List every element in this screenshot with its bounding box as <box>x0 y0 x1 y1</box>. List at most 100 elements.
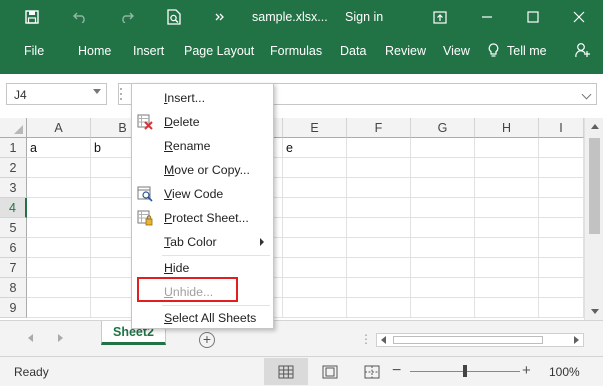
grid-cell[interactable] <box>411 218 475 238</box>
grid-cell[interactable] <box>411 258 475 278</box>
grid-cell[interactable] <box>539 178 584 198</box>
grid-cell[interactable] <box>27 178 91 198</box>
tab-tell-me[interactable]: Tell me <box>507 44 547 58</box>
tab-home[interactable]: Home <box>78 44 111 58</box>
name-box[interactable]: J4 <box>6 83 107 105</box>
tab-formulas[interactable]: Formulas <box>270 44 322 58</box>
prev-sheet-icon[interactable] <box>28 334 33 342</box>
chevron-down-icon[interactable] <box>93 89 101 94</box>
vertical-scrollbar[interactable] <box>584 118 603 320</box>
grid-cell[interactable] <box>347 258 411 278</box>
horizontal-scrollbar[interactable] <box>376 333 584 347</box>
tab-data[interactable]: Data <box>340 44 366 58</box>
grid-cell[interactable] <box>475 278 539 298</box>
grid-cell[interactable] <box>283 218 347 238</box>
row-header-3[interactable]: 3 <box>0 178 27 198</box>
zoom-slider-thumb[interactable] <box>463 365 467 377</box>
save-icon[interactable] <box>17 0 47 34</box>
grid-cell[interactable] <box>283 158 347 178</box>
menu-item-tab-color[interactable]: Tab Color <box>132 230 273 254</box>
menu-item-select-all-sheets[interactable]: Select All Sheets <box>132 306 273 330</box>
grid-cell[interactable] <box>27 198 91 218</box>
grid-cell[interactable] <box>539 198 584 218</box>
close-icon[interactable] <box>564 0 594 34</box>
tab-split-handle-icon[interactable]: ⋮ <box>360 331 372 347</box>
grid-cell[interactable] <box>347 298 411 318</box>
page-break-view-icon[interactable] <box>352 358 392 385</box>
zoom-out-button[interactable]: − <box>392 362 401 380</box>
tab-file[interactable]: File <box>24 44 44 58</box>
column-header-f[interactable]: F <box>347 118 411 138</box>
grid-cell[interactable] <box>539 158 584 178</box>
grid-cell[interactable] <box>475 138 539 158</box>
normal-view-icon[interactable] <box>264 358 308 385</box>
zoom-in-button[interactable]: + <box>522 362 531 379</box>
grid-cell[interactable] <box>411 198 475 218</box>
grid-cell[interactable] <box>347 218 411 238</box>
grid-cell[interactable] <box>539 218 584 238</box>
column-header-e[interactable]: E <box>283 118 347 138</box>
grid-cell[interactable] <box>283 238 347 258</box>
cell-a1[interactable]: a <box>27 138 91 158</box>
tab-review[interactable]: Review <box>385 44 426 58</box>
row-header-2[interactable]: 2 <box>0 158 27 178</box>
scroll-right-icon[interactable] <box>574 336 579 344</box>
row-header-4[interactable]: 4 <box>0 198 27 218</box>
maximize-icon[interactable] <box>518 0 548 34</box>
grid-cell[interactable] <box>283 178 347 198</box>
worksheet-grid[interactable]: A B E F G H I 1 2 3 4 5 6 7 8 9 a b e <box>0 118 584 320</box>
zoom-level[interactable]: 100% <box>549 365 580 379</box>
grid-cell[interactable] <box>27 298 91 318</box>
row-header-5[interactable]: 5 <box>0 218 27 238</box>
grid-cell[interactable] <box>283 258 347 278</box>
grid-cell[interactable] <box>347 158 411 178</box>
undo-icon[interactable] <box>65 0 95 34</box>
grid-cell[interactable] <box>539 138 584 158</box>
grid-cell[interactable] <box>27 278 91 298</box>
column-header-i[interactable]: I <box>539 118 584 138</box>
page-layout-view-icon[interactable] <box>308 358 352 385</box>
menu-item-delete[interactable]: Delete <box>132 110 273 134</box>
grid-cell[interactable] <box>27 218 91 238</box>
share-icon[interactable] <box>575 42 590 61</box>
grid-cell[interactable] <box>475 198 539 218</box>
select-all-corner[interactable] <box>0 118 27 138</box>
cell-e1[interactable]: e <box>283 138 347 158</box>
grid-cell[interactable] <box>539 238 584 258</box>
scroll-up-icon[interactable] <box>591 124 599 129</box>
scroll-down-icon[interactable] <box>591 309 599 314</box>
grid-cell[interactable] <box>27 258 91 278</box>
grid-cell[interactable] <box>475 218 539 238</box>
scroll-left-icon[interactable] <box>381 336 386 344</box>
grid-cell[interactable] <box>411 138 475 158</box>
tab-view[interactable]: View <box>443 44 470 58</box>
menu-item-move-or-copy[interactable]: Move or Copy... <box>132 158 273 182</box>
more-commands-icon[interactable] <box>205 0 235 34</box>
horizontal-scroll-thumb[interactable] <box>393 336 543 344</box>
row-header-7[interactable]: 7 <box>0 258 27 278</box>
grid-cell[interactable] <box>27 238 91 258</box>
grid-cell[interactable] <box>283 198 347 218</box>
column-header-a[interactable]: A <box>27 118 91 138</box>
row-header-6[interactable]: 6 <box>0 238 27 258</box>
grid-cell[interactable] <box>411 178 475 198</box>
next-sheet-icon[interactable] <box>58 334 63 342</box>
vertical-scroll-thumb[interactable] <box>589 138 600 234</box>
grid-cell[interactable] <box>475 238 539 258</box>
grid-cell[interactable] <box>347 238 411 258</box>
menu-item-rename[interactable]: Rename <box>132 134 273 158</box>
grid-cell[interactable] <box>283 298 347 318</box>
grid-cell[interactable] <box>347 138 411 158</box>
grid-cell[interactable] <box>283 278 347 298</box>
grid-cell[interactable] <box>347 278 411 298</box>
row-header-1[interactable]: 1 <box>0 138 27 158</box>
grid-cell[interactable] <box>347 178 411 198</box>
grid-cell[interactable] <box>539 258 584 278</box>
grid-cell[interactable] <box>411 158 475 178</box>
tab-page-layout[interactable]: Page Layout <box>184 44 254 58</box>
minimize-icon[interactable] <box>472 0 502 34</box>
grid-cell[interactable] <box>539 278 584 298</box>
row-header-8[interactable]: 8 <box>0 278 27 298</box>
expand-formula-icon[interactable] <box>581 89 592 100</box>
grid-cell[interactable] <box>475 298 539 318</box>
